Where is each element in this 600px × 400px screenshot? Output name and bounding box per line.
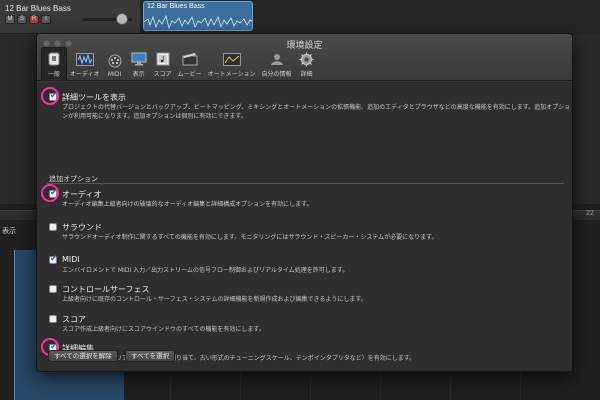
option-title: コントロールサーフェス <box>62 285 150 294</box>
tab-label: オーディオ <box>70 71 100 78</box>
tab-midi[interactable]: MIDI <box>103 47 127 81</box>
option-description: エンバイロメントで MIDI 入力／出力ストリームの信号フロー制御およびリアルタ… <box>62 267 349 274</box>
record-button[interactable]: R <box>29 15 39 24</box>
tab-general[interactable]: 一般 <box>41 47 67 81</box>
tab-my-info[interactable]: 自分の情報 <box>259 47 295 81</box>
general-icon <box>45 51 63 67</box>
score-checkbox[interactable] <box>49 315 57 323</box>
automation-icon <box>222 51 241 67</box>
tab-display[interactable]: 表示 <box>127 47 151 81</box>
divider <box>47 183 564 184</box>
mute-button[interactable]: M <box>5 15 15 24</box>
tab-label: ムービー <box>177 71 202 78</box>
preferences-window: 環境設定 一般 オーディオ MIDI 表示 スコア ムービー オートメーション … <box>36 33 573 372</box>
tab-score[interactable]: スコア <box>151 47 175 81</box>
region-waveform <box>144 14 252 30</box>
tab-advanced[interactable]: 詳細 <box>295 47 319 81</box>
option-title: 詳細ツールを表示 <box>62 93 126 102</box>
movie-icon <box>181 51 199 67</box>
audio-region[interactable]: 12 Bar Blues Bass <box>143 1 253 31</box>
region-name: 12 Bar Blues Bass <box>147 3 205 10</box>
bar-number: 22 <box>586 210 594 217</box>
midi-icon <box>106 53 124 69</box>
view-menu[interactable]: 表示 <box>2 226 16 236</box>
option-title: サラウンド <box>62 223 102 232</box>
option-title: オーディオ <box>62 190 102 199</box>
audio-icon <box>75 51 94 67</box>
surround-checkbox[interactable] <box>49 223 57 231</box>
midi-checkbox[interactable]: ✔ <box>49 254 58 264</box>
option-description: サラウンドオーディオ制作に関するすべての機能を有効にします。モニタリングにはサラ… <box>62 234 438 241</box>
tab-label: 詳細 <box>300 71 313 78</box>
option-description: スコア作成上級者向けにスコアウインドウのすべての機能を有効にします。 <box>62 326 265 333</box>
option-title: スコア <box>62 315 86 324</box>
highlight-circle <box>41 87 59 105</box>
preferences-toolbar: 一般 オーディオ MIDI 表示 スコア ムービー オートメーション 自分の情報… <box>41 47 319 81</box>
select-all-button[interactable]: すべてを選択 <box>125 350 176 362</box>
preferences-content: ✔ 詳細ツールを表示 プロジェクトの代替バージョンとバックアップ、ビートマッピン… <box>37 82 572 371</box>
tab-label: 一般 <box>47 71 60 78</box>
checkmark-icon: ✔ <box>50 254 58 264</box>
option-description: オーディオ編集上級者向けの破壊的なオーディオ編集と詳細構成オプションを有効にしま… <box>62 201 313 208</box>
tab-label: 表示 <box>132 71 145 78</box>
input-monitor-button[interactable]: I <box>41 15 51 24</box>
tab-movie[interactable]: ムービー <box>175 47 205 81</box>
window-titlebar[interactable]: 環境設定 一般 オーディオ MIDI 表示 スコア ムービー オートメーション … <box>37 34 572 81</box>
option-description: プロジェクトの代替バージョンとバックアップ、ビートマッピング、ミキシングとオート… <box>62 104 571 120</box>
tab-label: MIDI <box>107 71 122 78</box>
tab-automation[interactable]: オートメーション <box>205 47 259 81</box>
advanced-icon <box>298 51 316 67</box>
control-surfaces-checkbox[interactable] <box>49 285 57 293</box>
my-info-icon <box>268 51 286 67</box>
option-description: 上級者向けに既存のコントロール・サーフェス・システムの詳細機能を新規作成および編… <box>62 296 367 303</box>
volume-slider-knob[interactable] <box>116 13 128 25</box>
deselect-all-button[interactable]: すべての選択を解除 <box>48 350 118 362</box>
score-icon <box>154 51 172 67</box>
tab-audio[interactable]: オーディオ <box>67 47 103 81</box>
solo-button[interactable]: S <box>17 15 27 24</box>
highlight-circle <box>41 184 59 202</box>
display-icon <box>130 51 148 67</box>
track-name: 12 Bar Blues Bass <box>5 4 71 13</box>
track-header[interactable]: 12 Bar Blues Bass M S R I <box>0 0 140 34</box>
tab-label: オートメーション <box>207 71 256 78</box>
option-title: MIDI <box>62 255 80 264</box>
tab-label: 自分の情報 <box>261 71 292 78</box>
tab-label: スコア <box>153 71 172 78</box>
